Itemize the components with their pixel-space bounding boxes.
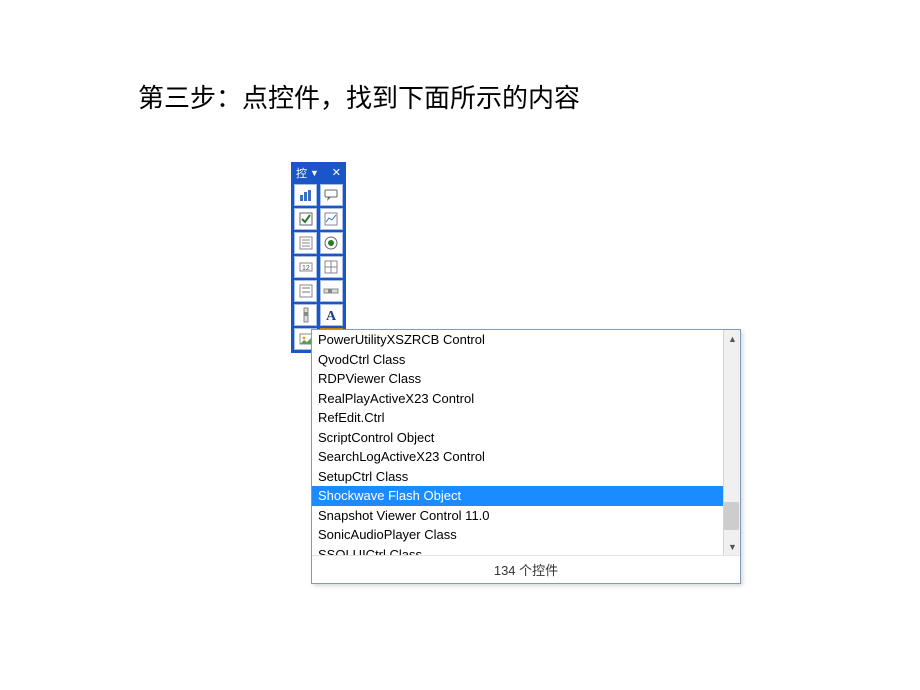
list-item[interactable]: Shockwave Flash Object: [312, 486, 723, 506]
list-item[interactable]: SearchLogActiveX23 Control: [312, 447, 723, 467]
toolbox-header[interactable]: 控 ▼ ✕: [294, 165, 343, 181]
tool-callout-icon[interactable]: [320, 184, 343, 206]
svg-text:12: 12: [302, 265, 310, 272]
tool-vscroll-icon[interactable]: [294, 304, 317, 326]
controls-listbox[interactable]: PowerUtilityXSZRCB ControlQvodCtrl Class…: [312, 330, 740, 555]
list-item[interactable]: PowerUtilityXSZRCB Control: [312, 330, 723, 350]
list-item[interactable]: SetupCtrl Class: [312, 467, 723, 487]
list-item[interactable]: QvodCtrl Class: [312, 350, 723, 370]
tool-list-icon[interactable]: [294, 232, 317, 254]
tool-number-icon[interactable]: 12: [294, 256, 317, 278]
list-item[interactable]: RefEdit.Ctrl: [312, 408, 723, 428]
tool-table-icon[interactable]: [320, 256, 343, 278]
tool-form-icon[interactable]: [294, 280, 317, 302]
toolbox-header-left: 控 ▼: [296, 165, 319, 181]
scroll-down-icon[interactable]: ▼: [724, 538, 740, 555]
list-item[interactable]: SonicAudioPlayer Class: [312, 525, 723, 545]
status-bar: 134 个控件: [312, 555, 740, 583]
list-item[interactable]: Snapshot Viewer Control 11.0: [312, 506, 723, 526]
tool-checkbox-icon[interactable]: [294, 208, 317, 230]
tool-hscroll-icon[interactable]: [320, 280, 343, 302]
tool-graph-icon[interactable]: [320, 208, 343, 230]
close-icon[interactable]: ✕: [332, 168, 341, 179]
list-item[interactable]: ScriptControl Object: [312, 428, 723, 448]
tool-radio-icon[interactable]: [320, 232, 343, 254]
tool-text-icon[interactable]: A: [320, 304, 343, 326]
controls-listbox-container: PowerUtilityXSZRCB ControlQvodCtrl Class…: [311, 329, 741, 584]
list-item[interactable]: SSOLUICtrl Class: [312, 545, 723, 556]
scroll-up-icon[interactable]: ▲: [724, 330, 740, 347]
list-item[interactable]: RDPViewer Class: [312, 369, 723, 389]
page-title: 第三步：点控件，找到下面所示的内容: [138, 78, 580, 115]
toolbox-grid: 12 A: [294, 184, 343, 350]
tool-chart-icon[interactable]: [294, 184, 317, 206]
control-toolbox: 控 ▼ ✕ 12: [291, 162, 346, 353]
scrollbar[interactable]: ▲ ▼: [723, 330, 740, 555]
toolbox-title: 控: [296, 165, 307, 181]
svg-text:A: A: [326, 309, 337, 323]
scroll-thumb[interactable]: [724, 502, 739, 530]
chevron-down-icon[interactable]: ▼: [310, 169, 319, 178]
list-item[interactable]: RealPlayActiveX23 Control: [312, 389, 723, 409]
